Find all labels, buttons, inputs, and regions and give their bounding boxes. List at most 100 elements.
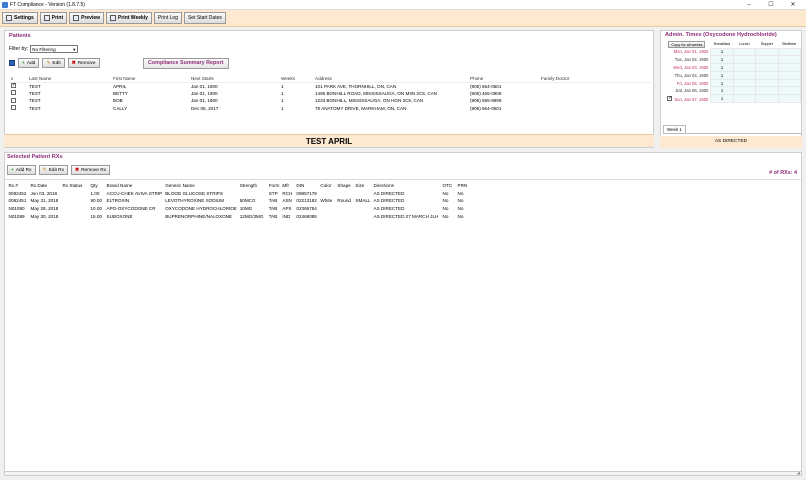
maximize-icon[interactable]: ☐ — [760, 0, 782, 10]
rx-cell — [336, 212, 354, 220]
col-weeks[interactable]: Weeks — [279, 75, 313, 83]
rx-cell: AS DIRECTED — [373, 198, 405, 204]
main-toolbar: Settings Print Preview Print Weekly Prin… — [0, 10, 806, 27]
compliance-summary-report-button[interactable]: Compliance Summary Report — [143, 58, 229, 69]
col-phone[interactable]: Phone — [468, 75, 539, 83]
col-family-doctor[interactable]: Family Doctor — [539, 75, 651, 83]
rx-col-otc[interactable]: OTC — [441, 182, 456, 190]
print-weekly-button[interactable]: Print Weekly — [106, 12, 152, 24]
patient-checkbox[interactable] — [11, 105, 16, 111]
admin-cell-bedtime[interactable] — [777, 47, 802, 57]
admin-cell-lunch[interactable] — [732, 78, 757, 88]
settings-button[interactable]: Settings — [2, 12, 38, 24]
set-start-dates-button[interactable]: Set Start Dates — [183, 12, 226, 24]
admin-cell-breakfast[interactable]: 1 — [710, 86, 734, 96]
admin-cell-lunch[interactable] — [732, 86, 757, 96]
admin-cell-bedtime[interactable] — [777, 63, 802, 72]
rx-cell: May 30, 2018 — [30, 213, 59, 219]
patient-row[interactable]: TEST CALLY Dec 05, 2017 1 78 ANATOMY DRI… — [9, 105, 651, 112]
patient-row[interactable]: TEST BETTY Jan 01, 1900 1 1495 BONHILL R… — [9, 90, 651, 97]
col-next-starts[interactable]: Next Starts — [189, 75, 279, 83]
admin-cell-supper[interactable] — [755, 63, 779, 72]
admin-cell-lunch[interactable] — [732, 70, 757, 80]
rx-cell: Round — [337, 198, 351, 204]
patient-checkbox[interactable] — [11, 97, 16, 103]
patients-title: Patients — [9, 33, 31, 39]
resize-grip-icon[interactable]: ◢ — [797, 470, 800, 475]
rx-col-strength[interactable]: Strength — [238, 182, 267, 190]
copy-for-all-weeks-button[interactable]: Copy for all weeks — [668, 40, 706, 48]
add-rx-button[interactable]: + Add Rx — [7, 165, 36, 175]
rx-col-brand-name[interactable]: Brand Name — [105, 182, 164, 190]
edit-rx-button[interactable]: ✎ Edit Rx — [38, 165, 69, 175]
app-icon — [2, 2, 8, 8]
admin-cell-supper[interactable] — [755, 86, 779, 96]
admin-cell-bedtime[interactable] — [777, 78, 802, 88]
admin-cell-bedtime[interactable] — [777, 86, 802, 96]
rx-col-rx-status[interactable]: Rx Status — [61, 182, 89, 190]
col-select[interactable]: x — [9, 75, 27, 83]
rx-col-mfr[interactable]: Mfr — [281, 182, 295, 190]
rx-col-rx[interactable]: Rx # — [7, 182, 29, 190]
rx-col-color[interactable]: Color — [319, 182, 336, 190]
rx-col-shape[interactable]: Shape — [336, 182, 354, 190]
rx-row[interactable]: N01080 May 28, 2018 10.00 APO-OXYCODONE CR O… — [7, 205, 469, 213]
preview-button[interactable]: Preview — [69, 12, 105, 24]
rx-cell: May 31, 2018 — [30, 198, 59, 204]
rx-col-din[interactable]: DIN — [295, 182, 319, 190]
admin-cell-supper[interactable] — [755, 78, 779, 88]
close-icon[interactable]: ✕ — [782, 0, 804, 10]
admin-cell-breakfast[interactable]: 1 — [710, 78, 734, 88]
grid-icon[interactable] — [9, 60, 15, 66]
patient-row[interactable]: TEST BOB Jan 01, 1900 1 1234 BONHILL, MI… — [9, 97, 651, 104]
admin-cell-breakfast[interactable]: 1 — [710, 94, 734, 104]
admin-cell-lunch[interactable] — [732, 94, 757, 104]
patient-checkbox[interactable] — [11, 82, 16, 89]
horizontal-scrollbar[interactable] — [5, 471, 801, 475]
rx-cell: 15.00 — [90, 213, 103, 219]
rx-cell: RCH — [282, 190, 293, 196]
admin-cell-lunch[interactable] — [732, 55, 757, 65]
rx-col-size[interactable]: Size — [354, 182, 372, 190]
admin-cell-supper[interactable] — [755, 94, 779, 104]
admin-cell-bedtime[interactable] — [777, 70, 802, 80]
filter-label: Filter by: — [9, 46, 29, 52]
remove-rx-button[interactable]: ✖ Remove Rx — [71, 165, 111, 175]
rx-col-generic-name[interactable]: Generic Name — [164, 182, 238, 190]
print-log-button[interactable]: Print Log — [153, 12, 182, 24]
admin-cell-supper[interactable] — [755, 55, 779, 65]
col-address[interactable]: Address — [313, 75, 468, 83]
patient-checkbox[interactable] — [11, 90, 16, 96]
rx-col-directions[interactable]: Directions — [372, 182, 441, 190]
admin-cell-bedtime[interactable] — [777, 55, 802, 65]
admin-cell-lunch[interactable] — [732, 47, 757, 57]
rx-cell: No — [442, 213, 449, 219]
rx-cell: LEVOTHYROXINE SODIUM — [165, 198, 224, 204]
rx-col-qty[interactable]: Qty — [89, 182, 105, 190]
patient-row[interactable]: TEST APRIL Jan 01, 1900 1 101 PARK AVE, … — [9, 82, 651, 89]
edit-patient-button[interactable]: ✎ Edit — [42, 58, 65, 68]
add-patient-button[interactable]: + Add — [18, 58, 40, 68]
admin-cell-breakfast[interactable]: 1 — [710, 47, 734, 57]
admin-cell-supper[interactable] — [755, 47, 779, 57]
filter-select[interactable]: No Filtering ▼ — [30, 45, 79, 53]
admin-cell-breakfast[interactable]: 1 — [710, 63, 734, 72]
admin-cell-supper[interactable] — [755, 70, 779, 80]
rx-col-rx-date[interactable]: Rx Date — [29, 182, 61, 190]
rx-col-prn[interactable]: PRN — [456, 182, 469, 190]
col-first-name[interactable]: First Name — [111, 75, 189, 83]
rx-col-form[interactable]: Form — [267, 182, 281, 190]
admin-cell-breakfast[interactable]: 1 — [710, 70, 734, 80]
admin-cell-breakfast[interactable]: 1 — [710, 55, 734, 65]
print-button[interactable]: Print — [39, 12, 68, 24]
admin-cell-bedtime[interactable] — [777, 94, 802, 104]
admin-cell-lunch[interactable] — [732, 63, 757, 72]
minimize-icon[interactable]: – — [738, 0, 760, 10]
remove-patient-button[interactable]: ✖ Remove — [67, 58, 100, 68]
rx-row[interactable]: N01089 May 30, 2018 15.00 SUBOXONE BUPRENORP… — [7, 212, 469, 220]
col-last-name[interactable]: Last Name — [27, 75, 111, 83]
rx-row[interactable]: 0082452 Jun 03, 2018 1.00 ACCU-CHEK AVIVA S… — [7, 190, 469, 198]
day-checkbox[interactable] — [667, 95, 673, 101]
patient-doctor — [539, 90, 651, 97]
rx-row[interactable]: 0082451 May 31, 2018 90.00 ELTROXIN LEVOTHYR… — [7, 197, 469, 205]
